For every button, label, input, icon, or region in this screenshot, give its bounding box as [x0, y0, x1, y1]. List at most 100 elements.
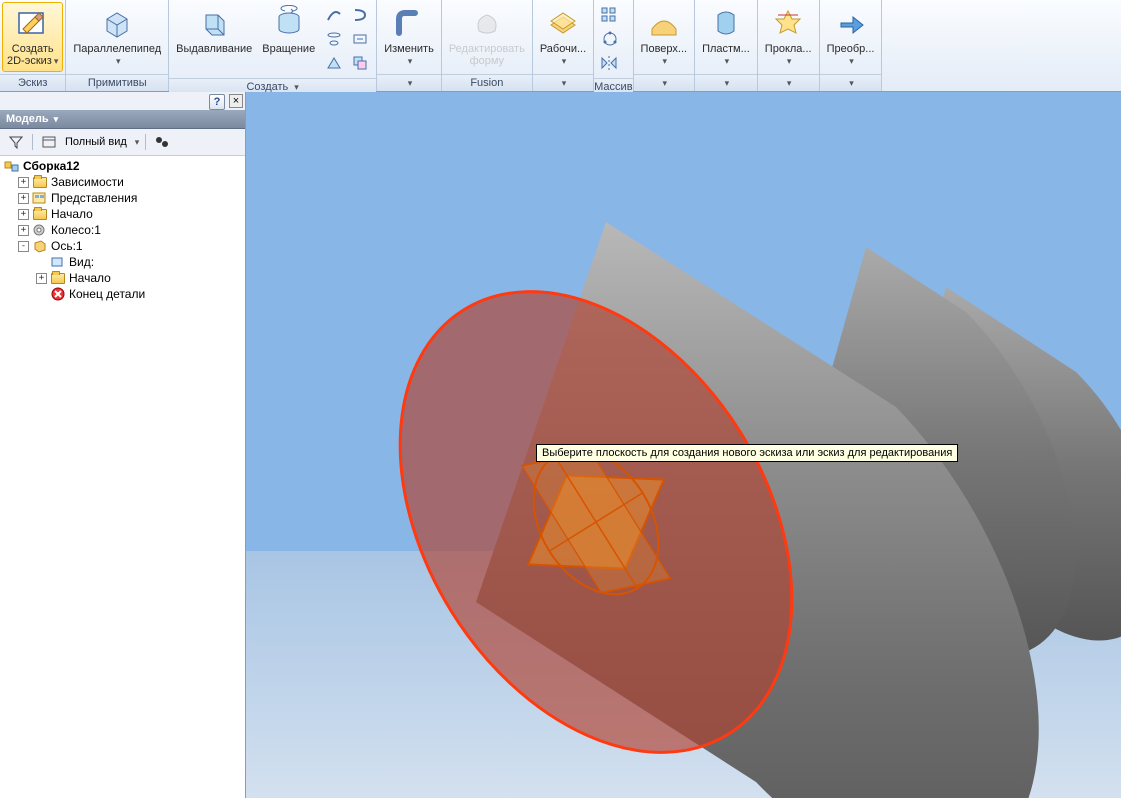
browser-header: Модель ▾ [0, 110, 245, 129]
loft-button[interactable] [322, 28, 346, 50]
mirror-button[interactable] [598, 52, 622, 74]
tree-node-view-rep[interactable]: Вид: [0, 254, 245, 270]
view-mode-icon[interactable] [39, 133, 59, 151]
ribbon-group-label[interactable]: ▾ [533, 74, 593, 91]
end-of-part-icon [50, 287, 66, 301]
chevron-down-icon[interactable]: ▾ [135, 137, 140, 148]
button-label: Создать2D-эскиз▾ [7, 43, 58, 67]
emboss-button[interactable] [348, 28, 372, 50]
tree-root[interactable]: Сборка12 [0, 158, 245, 174]
3d-viewport[interactable]: Выберите плоскость для создания нового э… [246, 92, 1121, 798]
button-label: Прокла...▾ [765, 43, 812, 67]
expand-toggle[interactable]: + [18, 225, 29, 236]
folder-icon [50, 271, 66, 285]
circular-pattern-button[interactable] [598, 28, 622, 50]
ribbon-group-create: Выдавливание Вращение [169, 0, 377, 91]
panel-close-button[interactable]: × [229, 94, 243, 108]
button-label: Выдавливание [176, 43, 252, 55]
ribbon-group-label: Эскиз [0, 74, 65, 91]
chevron-down-icon[interactable]: ▾ [294, 82, 299, 93]
sweep-button[interactable] [322, 4, 346, 26]
convert-icon [833, 5, 869, 41]
ribbon-group-primitives: Параллелепипед▾ Примитивы [66, 0, 169, 91]
chevron-down-icon: ▾ [562, 56, 567, 66]
revolve-button[interactable]: Вращение [257, 2, 320, 72]
workspace: ? × Модель ▾ Полный вид ▾ Сборка12 +Завис… [0, 92, 1121, 798]
extrude-button[interactable]: Выдавливание [171, 2, 257, 72]
edit-form-button: Редактироватьформу [444, 2, 530, 72]
filter-icon[interactable] [6, 133, 26, 151]
surface-icon [646, 5, 682, 41]
tree-node-axis-part[interactable]: -Ось:1 [0, 238, 245, 254]
derive-button[interactable] [348, 52, 372, 74]
ribbon-group-gasket: Прокла...▾ ▾ [758, 0, 820, 91]
plastic-button[interactable]: Пластм...▾ [697, 2, 755, 72]
gasket-icon [770, 5, 806, 41]
button-label: Рабочи...▾ [540, 43, 586, 67]
ribbon-group-work-features: Рабочи...▾ ▾ [533, 0, 594, 91]
ribbon-group-label[interactable]: ▾ [377, 74, 441, 91]
tree-node-origin[interactable]: +Начало [0, 206, 245, 222]
rectangular-pattern-button[interactable] [598, 4, 622, 26]
button-label: Редактироватьформу [449, 43, 525, 67]
expand-toggle[interactable]: + [36, 273, 47, 284]
part-ref-icon [32, 223, 48, 237]
coil-button[interactable] [348, 4, 372, 26]
button-label: Пластм...▾ [702, 43, 750, 67]
model-browser-panel: ? × Модель ▾ Полный вид ▾ Сборка12 +Завис… [0, 92, 246, 798]
button-label: Поверх...▾ [641, 43, 688, 67]
find-icon[interactable] [152, 133, 172, 151]
view-rep-icon [50, 255, 66, 269]
ribbon-group-sketch: Создать2D-эскиз▾ Эскиз [0, 0, 66, 91]
work-plane-icon [545, 5, 581, 41]
extrude-icon [196, 5, 232, 41]
work-plane-button[interactable]: Рабочи...▾ [535, 2, 591, 72]
tree-node-representations[interactable]: +Представления [0, 190, 245, 206]
surface-button[interactable]: Поверх...▾ [636, 2, 693, 72]
help-icon[interactable]: ? [209, 94, 225, 110]
viewport-tooltip: Выберите плоскость для создания нового э… [536, 444, 958, 462]
convert-button[interactable]: Преобр...▾ [822, 2, 880, 72]
revolve-icon [271, 5, 307, 41]
modify-button[interactable]: Изменить▾ [379, 2, 439, 72]
ribbon-group-plastic: Пластм...▾ ▾ [695, 0, 758, 91]
collapse-toggle[interactable]: - [18, 241, 29, 252]
folder-icon [32, 207, 48, 221]
ribbon-group-label: Fusion [442, 74, 532, 91]
model-tree: Сборка12 +Зависимости +Представления +На… [0, 156, 245, 798]
tree-node-dependencies[interactable]: +Зависимости [0, 174, 245, 190]
ribbon-group-modify: Изменить▾ ▾ [377, 0, 442, 91]
create-small-buttons [320, 2, 374, 76]
plastic-icon [708, 5, 744, 41]
ribbon-group-pattern: Массив [594, 0, 633, 91]
chevron-down-icon[interactable]: ▾ [54, 114, 59, 124]
tree-node-origin-2[interactable]: +Начало [0, 270, 245, 286]
part-icon [32, 239, 48, 253]
chevron-down-icon: ▾ [116, 56, 121, 66]
gasket-button[interactable]: Прокла...▾ [760, 2, 817, 72]
assembly-icon [4, 159, 20, 173]
button-label: Параллелепипед▾ [73, 43, 161, 67]
chevron-down-icon: ▾ [408, 56, 413, 66]
views-icon [32, 191, 48, 205]
sketch-2d-icon [15, 5, 51, 41]
create-2d-sketch-button[interactable]: Создать2D-эскиз▾ [2, 2, 63, 72]
tree-node-wheel-part[interactable]: +Колесо:1 [0, 222, 245, 238]
view-mode-label[interactable]: Полный вид [65, 136, 127, 148]
browser-toolbar: Полный вид ▾ [0, 129, 245, 156]
expand-toggle[interactable]: + [18, 209, 29, 220]
modify-icon [391, 5, 427, 41]
browser-title: Модель ▾ [6, 113, 58, 125]
rib-button[interactable] [322, 52, 346, 74]
button-label: Преобр...▾ [827, 43, 875, 67]
expand-toggle[interactable]: + [18, 193, 29, 204]
ribbon-toolbar: Создать2D-эскиз▾ Эскиз Параллелепипед▾ П… [0, 0, 1121, 92]
chevron-down-icon: ▾ [54, 56, 59, 66]
box-primitive-button[interactable]: Параллелепипед▾ [68, 2, 166, 72]
expand-toggle[interactable]: + [18, 177, 29, 188]
ribbon-group-label: Примитивы [66, 74, 168, 91]
tree-node-end-of-part[interactable]: Конец детали [0, 286, 245, 302]
ribbon-group-surface: Поверх...▾ ▾ [634, 0, 696, 91]
folder-icon [32, 175, 48, 189]
ribbon-group-fusion: Редактироватьформу Fusion [442, 0, 533, 91]
